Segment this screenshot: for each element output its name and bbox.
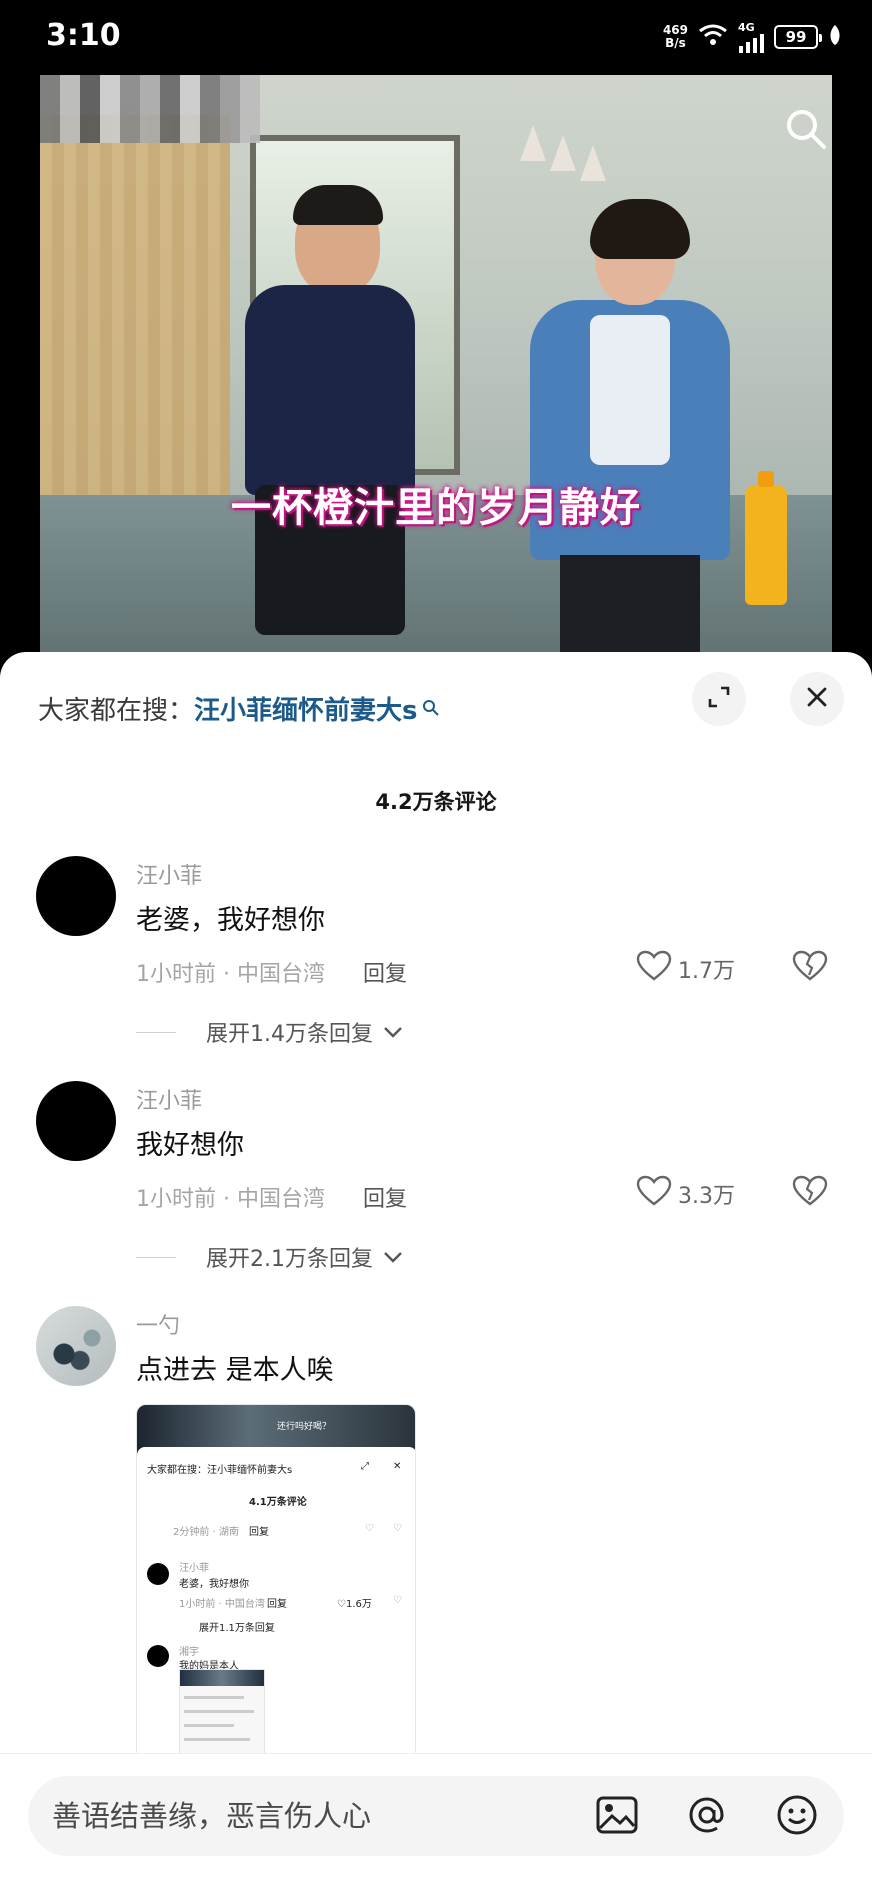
embedded-nested-image <box>179 1669 265 1758</box>
dislike-button[interactable] <box>792 1175 828 1211</box>
battery-indicator: 99 <box>774 25 822 49</box>
mention-button[interactable] <box>684 1794 730 1840</box>
divider <box>136 1031 176 1033</box>
hot-search-term[interactable]: 汪小菲缅怀前妻大s <box>194 690 417 727</box>
embedded-second-avatar <box>147 1645 169 1667</box>
wifi-icon <box>698 23 728 51</box>
leaf-icon <box>828 24 842 50</box>
avatar[interactable] <box>36 1306 116 1386</box>
network-speed: 469 B/s <box>663 24 688 50</box>
status-bar: 3:10 469 B/s 4G 99 <box>0 0 872 75</box>
chevron-down-icon <box>383 1245 403 1270</box>
chevron-down-icon <box>383 1020 403 1045</box>
embedded-comment-reply: 回复 <box>267 1599 287 1610</box>
signal-icon: 4G <box>738 22 764 53</box>
video-person-man <box>225 185 445 675</box>
embedded-comment-likes: 1.6万 <box>345 1599 372 1610</box>
embedded-dislike-icon: ♡ <box>393 1595 402 1606</box>
embedded-comment-sheet: 大家都在搜：汪小菲缅怀前妻大s ⤢ ✕ 4.1万条评论 2分钟前 · 湖南 回复… <box>137 1447 415 1758</box>
search-icon[interactable] <box>782 105 832 155</box>
embedded-heart-icon: ♡ <box>365 1523 374 1534</box>
embedded-expand-label: 展开1.1万条回复 <box>199 1623 275 1634</box>
embedded-second-user: 湘宇 <box>179 1647 199 1658</box>
comments-count: 4.2万条评论 <box>375 790 497 814</box>
emoji-icon <box>776 1794 818 1840</box>
image-button[interactable] <box>594 1794 640 1840</box>
divider <box>136 1256 176 1258</box>
blurred-watermark <box>40 75 260 143</box>
emoji-button[interactable] <box>774 1794 820 1840</box>
like-count: 3.3万 <box>678 1184 735 1209</box>
embedded-comments-count: 4.1万条评论 <box>249 1497 307 1508</box>
battery-level: 99 <box>785 28 807 46</box>
embedded-hot-search: 大家都在搜：汪小菲缅怀前妻大s <box>147 1465 293 1476</box>
search-icon <box>422 694 440 724</box>
comment-username[interactable]: 汪小菲 <box>136 858 202 890</box>
comment-item: 汪小菲 我好想你 1小时前 · 中国台湾 回复 3.3万 展开2.1万条回复 <box>36 1081 836 1281</box>
hot-search-bar[interactable]: 大家都在搜： 汪小菲缅怀前妻大s <box>38 690 440 727</box>
avatar[interactable] <box>36 1081 116 1161</box>
comment-item: 一勺 点进去 是本人唉 还行吗好喝？ 大家都在搜：汪小菲缅怀前妻大s ⤢ ✕ 4… <box>36 1306 836 1766</box>
comment-input[interactable] <box>52 1794 552 1838</box>
like-count: 1.7万 <box>678 959 735 984</box>
embedded-comment-user: 汪小菲 <box>179 1563 209 1574</box>
expand-icon <box>706 684 732 714</box>
reply-button[interactable]: 回复 <box>363 956 407 988</box>
video-caption: 一杯橙汁里的岁月静好 <box>231 485 641 531</box>
video-scene-wall <box>40 115 230 495</box>
expand-replies-label: 展开1.4万条回复 <box>206 1022 373 1047</box>
heart-icon <box>636 1175 672 1213</box>
expand-replies-label: 展开2.1万条回复 <box>206 1247 373 1272</box>
broken-heart-icon <box>792 1175 828 1211</box>
comment-time-location: 1小时前 · 中国台湾 <box>136 1187 325 1212</box>
reply-button[interactable]: 回复 <box>363 1181 407 1213</box>
comment-text: 老婆，我好想你 <box>136 905 325 936</box>
dislike-button[interactable] <box>792 950 828 986</box>
comment-time-location: 1小时前 · 中国台湾 <box>136 962 325 987</box>
embedded-video-caption: 还行吗好喝？ <box>277 1422 332 1432</box>
video-player[interactable]: 一杯橙汁里的岁月静好 <box>40 75 832 675</box>
comment-text: 我好想你 <box>136 1130 244 1161</box>
video-person-woman <box>520 199 750 675</box>
comment-meta: 1小时前 · 中国台湾 回复 <box>136 956 407 988</box>
expand-button[interactable] <box>692 672 746 726</box>
comment-input-bar <box>0 1753 872 1880</box>
comment-username[interactable]: 一勺 <box>136 1308 180 1340</box>
expand-replies-button[interactable]: 展开1.4万条回复 <box>136 1016 403 1048</box>
comment-image[interactable]: 还行吗好喝？ 大家都在搜：汪小菲缅怀前妻大s ⤢ ✕ 4.1万条评论 2分钟前 … <box>136 1404 416 1759</box>
embedded-close-icon: ✕ <box>393 1461 402 1472</box>
comment-input-container <box>28 1776 844 1856</box>
comment-meta: 1小时前 · 中国台湾 回复 <box>136 1181 407 1213</box>
broken-heart-icon <box>792 950 828 986</box>
status-time: 3:10 <box>46 18 121 53</box>
embedded-top-meta: 2分钟前 · 湖南 <box>173 1527 239 1538</box>
heart-icon <box>636 950 672 988</box>
image-icon <box>596 1796 638 1838</box>
close-button[interactable] <box>790 672 844 726</box>
embedded-comment-meta: 1小时前 · 中国台湾 <box>179 1599 265 1610</box>
network-speed-unit: B/s <box>665 36 686 50</box>
at-icon <box>686 1794 728 1840</box>
embedded-top-reply: 回复 <box>249 1527 269 1538</box>
avatar[interactable] <box>36 856 116 936</box>
hot-search-prefix: 大家都在搜： <box>38 696 195 726</box>
embedded-expand-icon: ⤢ <box>361 1461 369 1472</box>
network-type: 4G <box>738 20 755 34</box>
like-button[interactable]: 3.3万 <box>636 1175 735 1213</box>
comment-item: 汪小菲 老婆，我好想你 1小时前 · 中国台湾 回复 1.7万 展开1.4万条回… <box>36 856 836 1056</box>
embedded-comment-likes-wrap: ♡1.6万 <box>337 1599 372 1610</box>
comment-username[interactable]: 汪小菲 <box>136 1083 202 1115</box>
video-scene-lamps <box>520 75 620 195</box>
like-button[interactable]: 1.7万 <box>636 950 735 988</box>
embedded-comment-text: 老婆，我好想你 <box>179 1579 249 1590</box>
status-icons: 469 B/s 4G 99 <box>663 20 842 54</box>
expand-replies-button[interactable]: 展开2.1万条回复 <box>136 1241 403 1273</box>
comment-text: 点进去 是本人唉 <box>136 1355 334 1386</box>
comment-sheet: 大家都在搜： 汪小菲缅怀前妻大s 4.2万条评论 汪小菲 老婆，我好想你 1小时… <box>0 652 872 1880</box>
embedded-avatar <box>147 1563 169 1585</box>
close-icon <box>806 686 828 712</box>
embedded-broken-heart-icon: ♡ <box>393 1523 402 1534</box>
